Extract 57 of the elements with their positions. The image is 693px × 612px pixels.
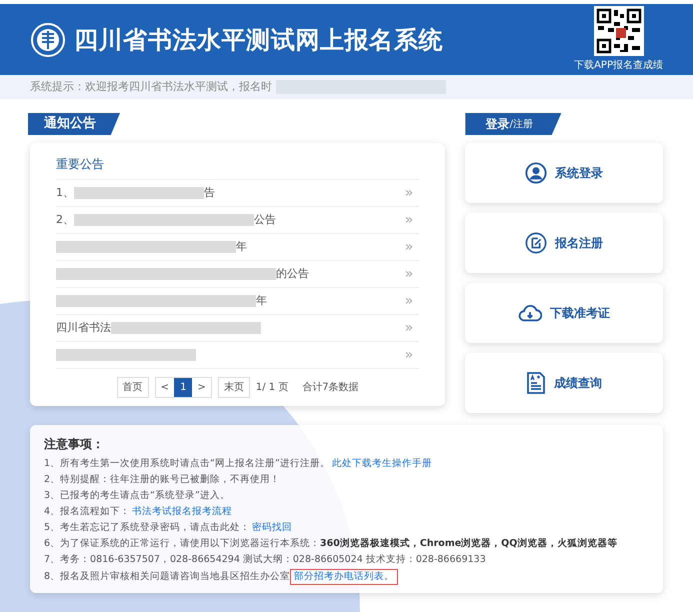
arrow-icon: »	[404, 236, 420, 258]
notice-text: 年	[236, 238, 247, 255]
notice-text: 的公告	[276, 266, 309, 282]
note-text: 5、考生若忘记了系统登录密码，请点击此处：	[44, 521, 250, 535]
notice-item[interactable]: 年 »	[56, 234, 420, 261]
prev-page-button[interactable]: <	[156, 378, 174, 397]
hint-text: 系统提示：欢迎报考四川省书法水平测试，报名时	[30, 78, 272, 95]
qr-caption: 下载APP报名查成绩	[574, 58, 663, 73]
notice-item[interactable]: 1、 告 »	[56, 180, 420, 207]
last-page-button[interactable]: 末页	[218, 377, 250, 398]
calligraphy-logo-icon	[30, 22, 66, 58]
edit-icon	[525, 232, 548, 254]
notice-text: 1、	[56, 184, 74, 201]
page-button[interactable]: 1	[174, 378, 192, 397]
first-page-button[interactable]: 首页	[116, 377, 149, 398]
grade-sheet-icon	[526, 371, 546, 395]
note-link[interactable]: 此处下载考生操作手册	[332, 457, 432, 471]
notice-text: 年	[256, 292, 267, 309]
notice-item[interactable]: 的公告 »	[56, 261, 420, 288]
notice-text: 公告	[254, 212, 276, 228]
arrow-icon: »	[404, 290, 420, 312]
notices-heading: 重要公告	[56, 155, 420, 180]
notice-item[interactable]: 四川省书法 »	[56, 315, 420, 342]
note-text: 1、所有考生第一次使用系统时请点击“网上报名注册”进行注册。	[44, 457, 330, 471]
note-link[interactable]: 部分招考办电话列表。	[290, 569, 398, 585]
arrow-icon: »	[404, 210, 420, 230]
notice-text: 告	[204, 184, 215, 201]
note-text: 6、为了保证系统的正常运行，请使用以下浏览器运行本系统：360浏览器极速模式，Chrome浏览器，QQ浏览器，火狐浏览器等	[44, 537, 618, 551]
notice-item[interactable]: 年 »	[56, 288, 420, 315]
notes-title: 注意事项：	[44, 436, 105, 453]
arrow-icon: »	[404, 318, 420, 338]
note-text: 4、报名流程如下：	[44, 505, 130, 519]
total-count: 合计7条数据	[302, 380, 359, 395]
login-tab-label: 登录	[486, 116, 510, 133]
user-icon	[525, 162, 548, 184]
notice-item[interactable]: 2、 公告 »	[56, 207, 420, 234]
note-text: 8、报名及照片审核相关问题请咨询当地县区招生办公室	[44, 570, 290, 584]
note-link[interactable]: 密码找回	[252, 521, 292, 535]
note-text: 3、已报考的考生请点击“系统登录”进入。	[44, 489, 230, 503]
next-page-button[interactable]: >	[192, 378, 211, 397]
arrow-icon: »	[404, 344, 420, 366]
cloud-download-icon	[518, 302, 542, 324]
page-info: 1/ 1 页	[256, 381, 288, 395]
notice-text: 四川省书法	[56, 320, 111, 336]
arrow-icon: »	[404, 182, 420, 204]
login-action-button[interactable]: 下载准考证	[465, 283, 663, 343]
note-link[interactable]: 书法考试报名报考流程	[132, 505, 232, 519]
site-title: 四川省书法水平测试网上报名系统	[74, 24, 443, 56]
login-action-button[interactable]: 系统登录	[465, 143, 663, 203]
login-action-button[interactable]: 成绩查询	[465, 353, 663, 413]
qr-code-icon	[594, 6, 644, 56]
note-text: 2、特别提醒：往年注册的账号已被删除，不再使用！	[44, 473, 280, 487]
arrow-icon: »	[404, 264, 420, 284]
register-tab-label: /注册	[510, 118, 534, 132]
note-text: 7、考务：0816-6357507，028-86654294 测试大纲：028-86605024 技术支持：028-86669133	[44, 553, 486, 567]
notice-text: 2、	[56, 212, 74, 228]
login-action-button[interactable]: 报名注册	[465, 213, 663, 273]
